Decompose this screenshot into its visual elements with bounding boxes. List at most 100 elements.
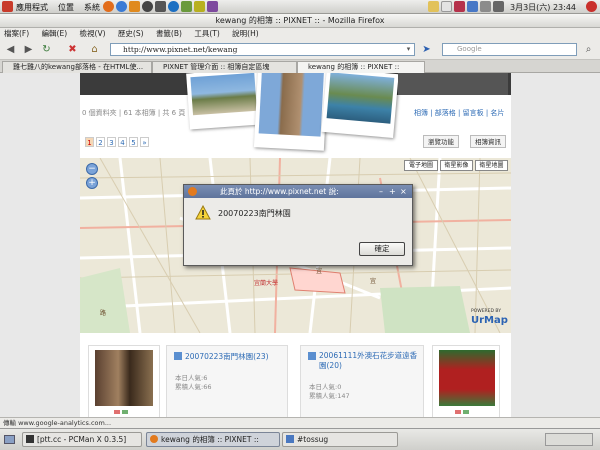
page-link-3[interactable]: 3 [107,137,116,147]
header-links[interactable]: 相簿 | 部落格 | 留言板 | 名片 [414,108,504,118]
search-icon[interactable]: ⌕ [582,43,595,56]
skype-launcher-icon[interactable] [116,1,127,12]
album-info-button[interactable]: 相簿資訊 [470,135,506,148]
page-link-next[interactable]: » [140,137,149,147]
task-label: #tossug [297,435,329,444]
banner-photo-right [398,73,508,95]
home-button[interactable]: ⌂ [88,43,101,56]
tray-lock-icon[interactable] [428,1,439,12]
maximize-icon[interactable]: + [389,185,396,198]
panel-clock[interactable]: 3月3日(六) 23:44 [510,2,576,13]
menu-history[interactable]: 歷史(S) [118,29,144,38]
photo-image [258,73,324,137]
show-desktop-icon[interactable] [4,435,15,444]
menu-tools[interactable]: 工具(T) [194,29,219,38]
tab-kewang-blog[interactable]: 雞七雞八的kewang部落格 - 在HTML使... [2,61,152,73]
dialog-title-bar[interactable]: 此頁於 http://www.pixnet.net 說: – + × [184,185,412,198]
task-pcmanx[interactable]: [ptt.cc - PCMan X 0.3.5] [22,432,142,447]
panel-menu-system[interactable]: 系統 [84,2,100,13]
close-icon[interactable]: × [400,185,407,198]
tab-pixnet-admin[interactable]: PIXNET 管理介面 :: 相簿自定區塊 [152,61,297,73]
map-label-road-1: 宜 [316,268,323,275]
alert-dialog: 此頁於 http://www.pixnet.net 說: – + × 20070… [183,184,413,266]
photo-image [190,73,257,116]
task-firefox[interactable]: kewang 的相簿 :: PIXNET :: [146,432,280,447]
zoom-in-button[interactable]: + [86,177,98,189]
album-card-1[interactable]: 20070223南門林園(23) 本日人氣:6 累積人氣:66 [166,345,288,417]
pidgin-launcher-icon[interactable] [155,1,166,12]
album-title[interactable]: 20070223南門林園(23) [185,351,269,362]
gnome-foot-icon[interactable] [2,1,13,12]
dialog-message: 20070223南門林園 [218,209,291,218]
firefox-icon [188,187,197,196]
map-powered-by: POWERED BY [471,309,502,314]
window-title-bar[interactable]: kewang 的相簿 :: PIXNET :: - Mozilla Firefo… [0,14,600,28]
workspace-switcher[interactable] [545,433,593,446]
task-label: kewang 的相簿 :: PIXNET :: [161,435,259,444]
window-title: kewang 的相簿 :: PIXNET :: - Mozilla Firefo… [215,16,385,25]
forward-button[interactable]: ▶ [22,43,35,56]
app-launcher-icon[interactable] [181,1,192,12]
firefox-launcher-icon[interactable] [103,1,114,12]
map-type-hybrid[interactable]: 衛星地圖 [475,160,508,171]
banner-photo-house[interactable] [186,73,262,130]
logout-icon[interactable] [586,1,597,12]
tray-ruby-icon[interactable] [454,1,465,12]
panel-menu-places[interactable]: 位置 [58,2,74,13]
tray-network-icon[interactable] [467,1,478,12]
banner-photo-tower[interactable] [253,73,329,151]
album-icon [308,352,316,360]
menu-view[interactable]: 檢視(V) [80,29,106,38]
tray-battery-icon[interactable] [480,1,491,12]
url-dropdown-icon[interactable]: ▾ [402,43,415,56]
page-link-2[interactable]: 2 [96,137,105,147]
album-thumb-2[interactable] [432,345,500,417]
page-link-4[interactable]: 4 [118,137,127,147]
album-thumb-1[interactable] [88,345,160,417]
menu-bar: 檔案(F) 編輯(E) 檢視(V) 歷史(S) 書籤(B) 工具(T) 說明(H… [0,28,600,40]
help-launcher-icon[interactable] [142,1,153,12]
page-link-1[interactable]: 1 [85,137,94,147]
thumb-flag-icon [463,410,469,414]
irc-icon [286,435,294,443]
url-bar[interactable]: http://www.pixnet.net/kewang [110,43,415,56]
pcman-launcher-icon[interactable] [168,1,179,12]
album-stats: 0 個資料夾 | 61 本相簿 | 共 6 頁 [82,109,186,117]
task-irc[interactable]: #tossug [282,432,398,447]
back-button[interactable]: ◀ [4,43,17,56]
tab-kewang-album[interactable]: kewang 的相簿 :: PIXNET :: [297,61,425,73]
map-type-street[interactable]: 電子地圖 [404,160,438,171]
menu-bookmarks[interactable]: 書籤(B) [156,29,182,38]
app3-launcher-icon[interactable] [207,1,218,12]
browse-function-button[interactable]: 瀏覽功能 [423,135,459,148]
map-label-road-3: 路 [100,310,107,317]
thumb-flag-icon [122,410,128,414]
zoom-out-button[interactable]: − [86,163,98,175]
stop-button[interactable]: ✖ [66,43,79,56]
warning-icon [195,205,211,220]
vlc-launcher-icon[interactable] [129,1,140,12]
menu-help[interactable]: 說明(H) [232,29,259,38]
menu-file[interactable]: 檔案(F) [4,29,29,38]
album-total-views: 累積人氣:66 [175,383,212,391]
go-button[interactable]: ➤ [420,43,433,56]
dialog-ok-button[interactable]: 確定 [359,242,405,256]
map-type-satellite[interactable]: 衛星影像 [440,160,473,171]
map-label-university: 宜蘭大學 [254,280,279,287]
map-label-road-2: 宜 [370,278,377,285]
app2-launcher-icon[interactable] [194,1,205,12]
search-input[interactable]: Google [442,43,577,56]
dialog-title: 此頁於 http://www.pixnet.net 說: [220,187,339,196]
album-title[interactable]: 20061111外澳石花步道遠香園(20) [319,351,419,371]
panel-menu-applications[interactable]: 應用程式 [16,2,48,13]
page-link-5[interactable]: 5 [129,137,138,147]
menu-edit[interactable]: 編輯(E) [42,29,68,38]
minimize-icon[interactable]: – [379,185,383,198]
thumb-flag-icon [455,410,461,414]
tray-note-icon[interactable] [441,1,452,12]
tab-label: kewang 的相簿 :: PIXNET :: [308,63,400,71]
tray-volume-icon[interactable] [493,1,504,12]
album-card-2[interactable]: 20061111外澳石花步道遠香園(20) 本日人氣:0 累積人氣:147 [300,345,424,417]
banner-photo-river[interactable] [321,73,399,139]
reload-button[interactable]: ↻ [40,43,53,56]
